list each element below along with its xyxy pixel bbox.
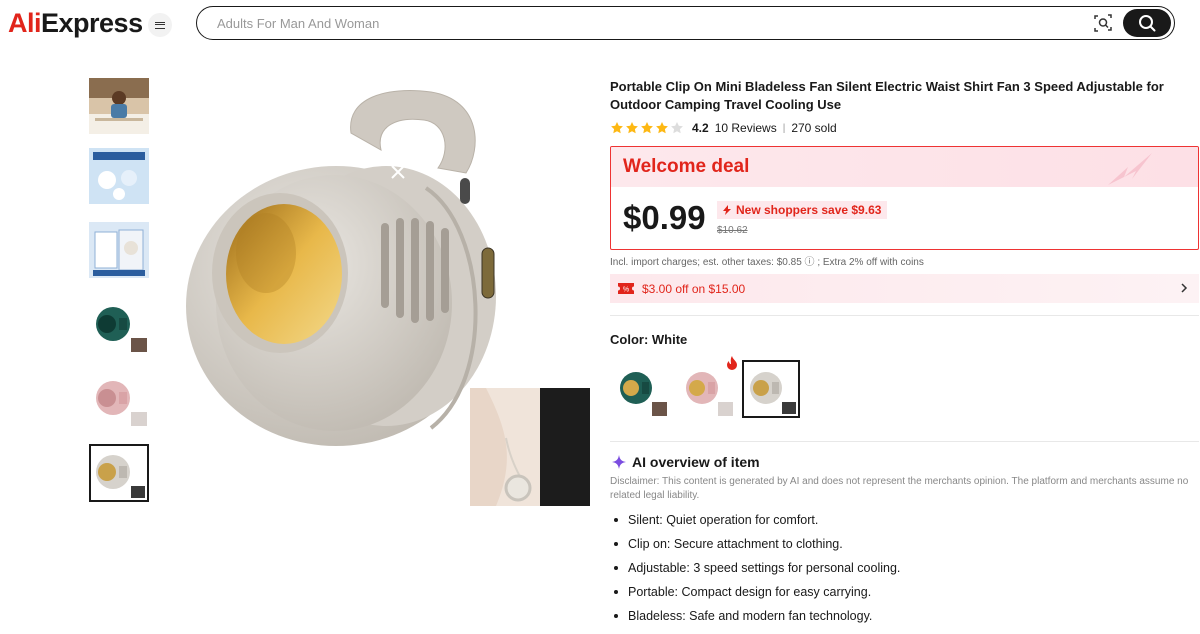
green-fan-image	[89, 296, 149, 352]
divider	[610, 441, 1199, 442]
list-item: Bladeless: Safe and modern fan technolog…	[613, 608, 900, 632]
rating-row: 4.2 10 Reviews | 270 sold	[610, 120, 1200, 136]
site-header: AliExpress	[0, 0, 1200, 48]
color-swatch-white[interactable]	[742, 360, 800, 418]
current-price: $0.99	[623, 199, 706, 236]
ai-disclaimer: Disclaimer: This content is generated by…	[610, 476, 1189, 501]
deal-decoration-icon	[1108, 153, 1152, 185]
list-item: Adjustable: 3 speed settings for persona…	[613, 560, 900, 584]
star-empty-icon	[671, 122, 683, 134]
new-shopper-badge: New shoppers save $9.63	[717, 201, 888, 219]
list-item: Clip on: Secure attachment to clothing.	[613, 536, 900, 560]
ai-bullet-list: Silent: Quiet operation for comfort. Cli…	[613, 512, 900, 632]
sparkle-icon	[612, 455, 626, 469]
divider	[610, 315, 1199, 316]
thumbnail-woman-at-desk[interactable]	[89, 78, 149, 134]
image-search-icon[interactable]	[1094, 14, 1112, 32]
coupon-banner[interactable]: % $3.00 off on $15.00	[610, 274, 1199, 303]
lightning-icon	[723, 205, 731, 215]
coupon-text: $3.00 off on $15.00	[642, 281, 746, 296]
tax-info: Incl. import charges; est. other taxes: …	[610, 257, 924, 268]
hamburger-icon	[155, 21, 165, 29]
search-icon	[1139, 15, 1156, 32]
infographic-image	[89, 148, 149, 204]
reviews-link[interactable]: 10 Reviews	[715, 121, 777, 135]
search-input[interactable]	[217, 14, 1037, 32]
list-item: Silent: Quiet operation for comfort.	[613, 512, 900, 536]
white-fan-image	[91, 446, 147, 500]
star-filled-icon	[641, 122, 653, 134]
svg-text:%: %	[623, 287, 629, 294]
deal-header: Welcome deal	[611, 147, 1198, 187]
hot-flame-icon	[727, 356, 737, 370]
sold-count: 270 sold	[791, 121, 837, 135]
white-fan-swatch-image	[744, 362, 798, 416]
menu-button[interactable]	[148, 13, 172, 37]
star-filled-icon	[611, 122, 623, 134]
list-item: Portable: Compact design for easy carryi…	[613, 584, 900, 608]
separator: |	[782, 122, 786, 134]
star-filled-icon	[626, 122, 638, 134]
ai-overview-title: AI overview of item	[632, 454, 760, 470]
thumbnail-pink-fan[interactable]	[89, 370, 149, 426]
thumbnail-green-fan[interactable]	[89, 296, 149, 352]
ai-overview-heading: AI overview of item	[612, 454, 760, 470]
search-bar	[196, 6, 1175, 40]
thumbnail-package[interactable]	[89, 222, 149, 278]
coupon-icon: %	[618, 283, 634, 294]
package-image	[89, 222, 149, 278]
woman-at-desk-image	[89, 78, 149, 134]
rating-value: 4.2	[692, 121, 709, 135]
logo-prefix: Ali	[8, 8, 42, 38]
green-fan-swatch-image	[612, 360, 670, 418]
product-info: Portable Clip On Mini Bladeless Fan Sile…	[610, 78, 1200, 623]
main-product-image[interactable]	[176, 78, 590, 508]
save-text: New shoppers save $9.63	[736, 203, 882, 217]
thumbnail-white-fan[interactable]	[89, 444, 149, 502]
deal-title: Welcome deal	[623, 156, 750, 177]
search-button[interactable]	[1123, 9, 1171, 37]
star-rating[interactable]	[610, 121, 684, 135]
logo-suffix: Express	[41, 8, 143, 38]
chevron-right-icon	[1181, 283, 1188, 293]
star-filled-icon	[656, 122, 668, 134]
thumbnail-infographic[interactable]	[89, 148, 149, 204]
original-price: $10.62	[717, 225, 748, 236]
pink-fan-image	[89, 370, 149, 426]
color-label: Color: White	[610, 332, 688, 347]
welcome-deal-box: Welcome deal $0.99 New shoppers save $9.…	[610, 146, 1199, 250]
color-swatch-green[interactable]	[612, 360, 670, 418]
aliexpress-logo[interactable]: AliExpress	[8, 8, 143, 39]
product-title: Portable Clip On Mini Bladeless Fan Sile…	[610, 79, 1164, 112]
